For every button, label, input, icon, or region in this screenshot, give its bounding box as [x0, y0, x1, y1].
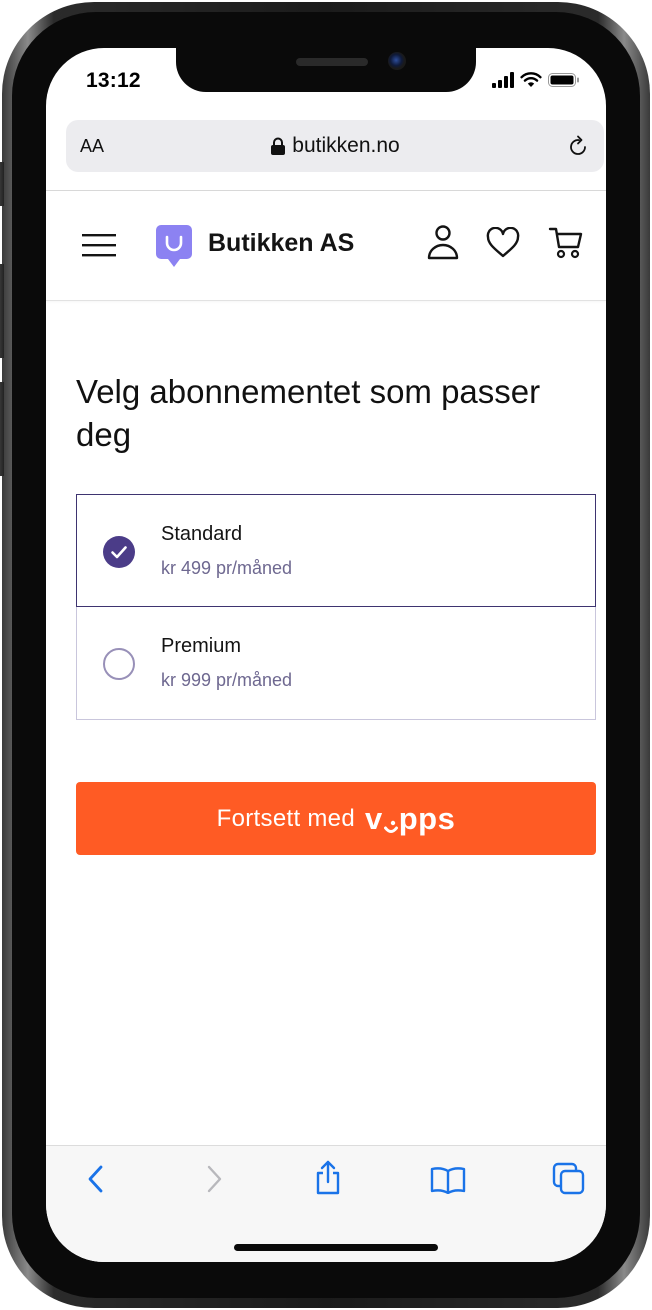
radio-checked-icon[interactable]: [103, 536, 135, 568]
checkmark-icon: [111, 546, 127, 559]
plan-options: Standard kr 499 pr/måned Premium kr 999 …: [76, 494, 596, 720]
plan-option-standard[interactable]: Standard kr 499 pr/måned: [76, 494, 596, 607]
lock-icon: [271, 137, 286, 155]
heart-icon[interactable]: [486, 227, 520, 259]
plan-option-premium[interactable]: Premium kr 999 pr/måned: [76, 607, 596, 720]
silent-switch: [0, 162, 4, 206]
user-icon[interactable]: [426, 223, 460, 261]
share-icon[interactable]: [314, 1160, 342, 1196]
plan-name: Standard: [161, 523, 243, 545]
camera: [388, 52, 406, 70]
notch: [176, 48, 476, 92]
volume-down-button: [0, 382, 4, 476]
radio-unchecked-icon[interactable]: [103, 648, 135, 680]
site-header: Butikken AS: [46, 191, 606, 301]
vipps-logo-v: v: [364, 800, 383, 836]
url-field[interactable]: butikken.no: [66, 134, 604, 158]
vipps-button-label: Fortsett med: [216, 804, 355, 832]
bookmarks-icon[interactable]: [430, 1166, 466, 1194]
continue-with-vipps-button[interactable]: Fortsett med v pps: [76, 782, 596, 855]
home-indicator[interactable]: [234, 1244, 438, 1251]
volume-up-button: [0, 264, 4, 358]
vipps-logo: v pps: [365, 801, 455, 837]
signal-icon: [492, 72, 514, 88]
page-title: Velg abonnementet som passer deg: [76, 373, 541, 453]
plan-name: Premium: [161, 635, 242, 657]
tabs-icon[interactable]: [552, 1162, 586, 1196]
forward-icon[interactable]: [202, 1164, 226, 1194]
menu-icon[interactable]: [82, 233, 116, 257]
wifi-icon: [520, 72, 542, 87]
brand-name[interactable]: Butikken AS: [208, 229, 354, 258]
status-time: 13:12: [86, 69, 141, 92]
plan-price: kr 999 pr/måned: [161, 670, 293, 690]
cart-icon[interactable]: [548, 225, 584, 261]
address-bar[interactable]: AA butikken.no: [66, 120, 604, 172]
back-icon[interactable]: [84, 1164, 108, 1194]
status-icons: [492, 72, 580, 88]
battery-icon: [548, 73, 579, 87]
plan-price: kr 499 pr/måned: [161, 558, 293, 578]
vipps-smile-icon: [383, 809, 398, 833]
reload-icon[interactable]: [566, 134, 590, 158]
speaker: [296, 58, 368, 66]
screen: 13:12 AA butikken.no Butikken AS Velg ab…: [46, 48, 606, 1262]
vipps-logo-pps: pps: [398, 800, 456, 836]
url-text: butikken.no: [292, 134, 400, 157]
shop-logo-icon[interactable]: [154, 223, 194, 269]
